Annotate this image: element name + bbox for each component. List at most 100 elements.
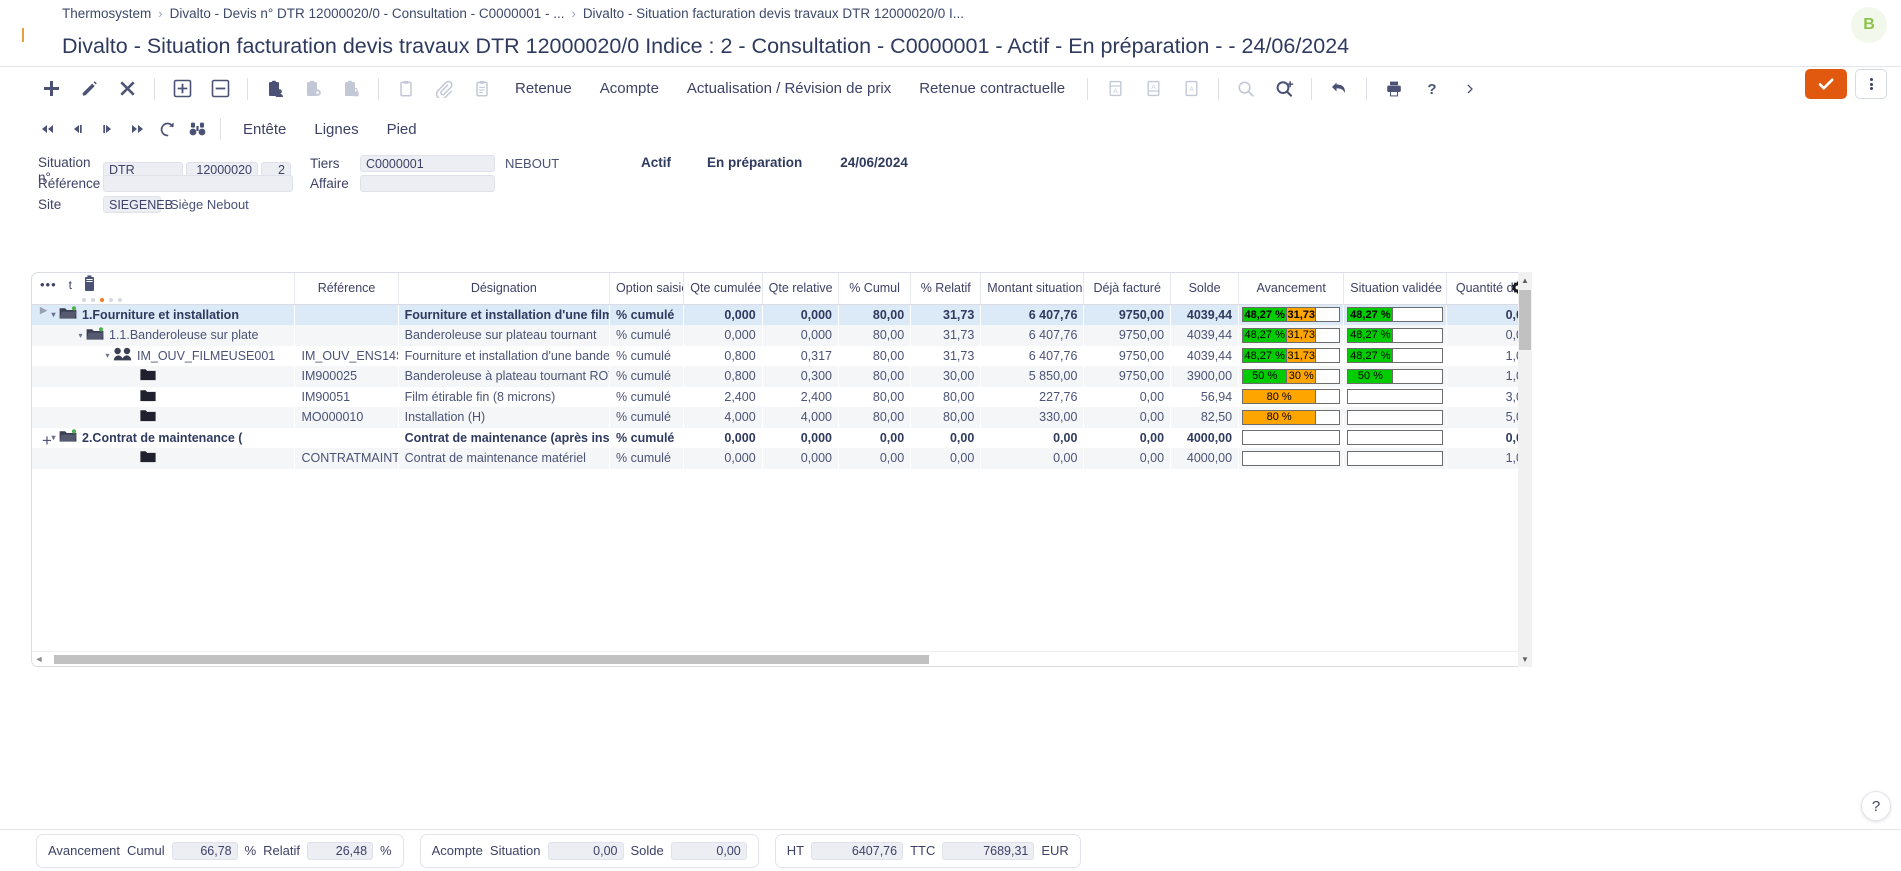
vscroll-up-arrow[interactable]: ▲ xyxy=(1521,276,1529,285)
relatif-value-field[interactable]: 26,48 xyxy=(307,841,374,860)
cell-montant-situation[interactable]: 0,00 xyxy=(980,448,1084,469)
cell-reference[interactable] xyxy=(294,325,399,346)
table-row[interactable]: IM900025 Banderoleuse à plateau tournant … xyxy=(32,366,1530,387)
expand-caret-icon[interactable]: ▾ xyxy=(75,331,86,340)
avancement-progress-bar[interactable]: 80 % xyxy=(1242,389,1341,405)
cell-pct-relatif[interactable]: 80,00 xyxy=(910,386,981,407)
cell-deja-facture[interactable]: 9750,00 xyxy=(1083,366,1171,387)
table-row[interactable]: CONTRATMAINTENAContrat de maintenance ma… xyxy=(32,448,1530,469)
doc-a-middle-icon[interactable]: A xyxy=(1134,70,1172,108)
help-icon[interactable]: ? xyxy=(1413,70,1451,108)
col-solde-header[interactable]: Solde xyxy=(1170,273,1240,305)
vscroll-thumb[interactable] xyxy=(1519,290,1531,350)
cell-qte-relative[interactable]: 2,400 xyxy=(762,386,839,407)
reference-field[interactable] xyxy=(103,175,293,192)
previous-icon[interactable] xyxy=(62,114,92,144)
cell-pct-relatif[interactable]: 80,00 xyxy=(910,407,981,428)
cell-solde[interactable]: 3900,00 xyxy=(1170,366,1239,387)
tiers-code-field[interactable]: C0000001 xyxy=(360,155,495,172)
toolbar-retenue-contractuelle-button[interactable]: Retenue contractuelle xyxy=(905,80,1079,97)
cell-tree[interactable]: ▾ IM_OUV_FILMEUSE001 xyxy=(32,345,295,366)
breadcrumb-item-2[interactable]: Divalto - Situation facturation devis tr… xyxy=(583,6,964,21)
cell-avancement[interactable]: 80 % xyxy=(1238,386,1344,407)
situation-validee-progress-bar[interactable] xyxy=(1347,409,1444,425)
remove-box-icon[interactable] xyxy=(201,70,239,108)
col-montant-situation-header[interactable]: Montant situation xyxy=(980,273,1085,305)
table-row[interactable]: ▾ IM_OUV_FILMEUSE001 IM_OUV_ENS14S Fournitu… xyxy=(32,345,1530,366)
add-icon[interactable] xyxy=(32,70,70,108)
edit-icon[interactable] xyxy=(70,70,108,108)
situation-validee-progress-bar[interactable]: 48,27 % xyxy=(1347,307,1444,323)
cell-designation[interactable]: Fourniture et installation d'une bandero… xyxy=(398,345,610,366)
avancement-progress-bar[interactable]: 48,27 % 31,73 xyxy=(1242,348,1341,364)
add-line-button[interactable]: + xyxy=(42,431,52,451)
cell-option-saisie[interactable]: % cumulé xyxy=(609,427,684,448)
cell-solde[interactable]: 4039,44 xyxy=(1170,345,1239,366)
ht-value-field[interactable]: 6407,76 xyxy=(811,841,904,860)
affaire-field[interactable] xyxy=(360,175,495,192)
col-pct-relatif-header[interactable]: % Relatif xyxy=(910,273,982,305)
cell-tree[interactable] xyxy=(32,386,295,407)
situation-validee-progress-bar[interactable]: 48,27 % xyxy=(1347,327,1444,343)
doc-a-top-icon[interactable]: A xyxy=(1096,70,1134,108)
cell-designation[interactable]: Banderoleuse à plateau tournant ROTOPLA xyxy=(398,366,610,387)
cell-reference[interactable]: MO000010 xyxy=(294,407,399,428)
cell-montant-situation[interactable]: 0,00 xyxy=(980,427,1084,448)
cell-qte-cumulee[interactable]: 0,800 xyxy=(683,366,763,387)
avancement-progress-bar[interactable] xyxy=(1242,430,1341,446)
cell-option-saisie[interactable]: % cumulé xyxy=(609,407,684,428)
table-row[interactable]: ▾ 1.1.Banderoleuse sur plate Banderoleuse … xyxy=(32,325,1530,346)
cell-situation-validee[interactable]: 50 % xyxy=(1343,366,1447,387)
col-designation-header[interactable]: Désignation xyxy=(398,273,611,305)
cell-situation-validee[interactable]: 48,27 % xyxy=(1343,345,1447,366)
cell-deja-facture[interactable]: 9750,00 xyxy=(1083,345,1171,366)
cell-deja-facture[interactable]: 0,00 xyxy=(1083,407,1171,428)
grid-page-dots[interactable] xyxy=(40,297,288,302)
cell-qte-cumulee[interactable]: 0,000 xyxy=(683,304,763,325)
cell-option-saisie[interactable]: % cumulé xyxy=(609,366,684,387)
add-box-icon[interactable] xyxy=(163,70,201,108)
cell-deja-facture[interactable]: 9750,00 xyxy=(1083,304,1171,325)
breadcrumb-item-1[interactable]: Divalto - Devis n° DTR 12000020/0 - Cons… xyxy=(170,6,565,21)
col-deja-facture-header[interactable]: Déjà facturé xyxy=(1083,273,1172,305)
col-option-saisie-header[interactable]: Option saisie xyxy=(609,273,685,305)
cell-avancement[interactable]: 50 % 30 % xyxy=(1238,366,1344,387)
cell-pct-cumul[interactable]: 80,00 xyxy=(838,407,911,428)
col-avancement-header[interactable]: Avancement xyxy=(1238,273,1345,305)
cell-pct-cumul[interactable]: 80,00 xyxy=(838,304,911,325)
cell-qte-cumulee[interactable]: 0,000 xyxy=(683,325,763,346)
cell-tree[interactable]: ▾ 1.1.Banderoleuse sur plate xyxy=(32,325,295,346)
cell-montant-situation[interactable]: 6 407,76 xyxy=(980,325,1084,346)
doc-a-bottom-icon[interactable]: A xyxy=(1172,70,1210,108)
cell-qte-relative[interactable]: 0,300 xyxy=(762,366,839,387)
first-icon[interactable] xyxy=(32,114,62,144)
cell-option-saisie[interactable]: % cumulé xyxy=(609,448,684,469)
search-icon[interactable] xyxy=(1227,70,1265,108)
table-row[interactable]: ▶ ▾ 1.Fourniture et installation Fourniture… xyxy=(32,304,1530,325)
cell-reference[interactable] xyxy=(294,427,399,448)
undo-icon[interactable] xyxy=(1320,70,1358,108)
cell-tree[interactable] xyxy=(32,407,295,428)
situation-validee-progress-bar[interactable]: 48,27 % xyxy=(1347,348,1444,364)
cell-pct-relatif[interactable]: 0,00 xyxy=(910,448,981,469)
hscroll-thumb[interactable] xyxy=(54,654,929,664)
cell-qte-relative[interactable]: 4,000 xyxy=(762,407,839,428)
cell-designation[interactable]: Contrat de maintenance (après installat xyxy=(398,427,610,448)
cell-pct-relatif[interactable]: 31,73 xyxy=(910,325,981,346)
toolbar-retenue-button[interactable]: Retenue xyxy=(501,80,586,97)
cell-solde[interactable]: 56,94 xyxy=(1170,386,1239,407)
cell-qte-relative[interactable]: 0,000 xyxy=(762,427,839,448)
situation-validee-progress-bar[interactable] xyxy=(1347,450,1444,466)
avancement-progress-bar[interactable]: 48,27 % 31,73 xyxy=(1242,307,1341,323)
cell-avancement[interactable]: 48,27 % 31,73 xyxy=(1238,304,1344,325)
col-tree-header[interactable]: ••• t xyxy=(32,273,296,305)
cell-reference[interactable]: IM900025 xyxy=(294,366,399,387)
cell-qte-relative[interactable]: 0,317 xyxy=(762,345,839,366)
cell-montant-situation[interactable]: 5 850,00 xyxy=(980,366,1084,387)
hscroll-track[interactable] xyxy=(46,654,1516,664)
cell-situation-validee[interactable] xyxy=(1343,386,1447,407)
table-row[interactable]: IM90051 Film étirable fin (8 microns)% cu… xyxy=(32,386,1530,407)
cell-option-saisie[interactable]: % cumulé xyxy=(609,304,684,325)
col-qte-relative-header[interactable]: Qte relative xyxy=(762,273,839,305)
cell-qte-cumulee[interactable]: 0,000 xyxy=(683,427,763,448)
